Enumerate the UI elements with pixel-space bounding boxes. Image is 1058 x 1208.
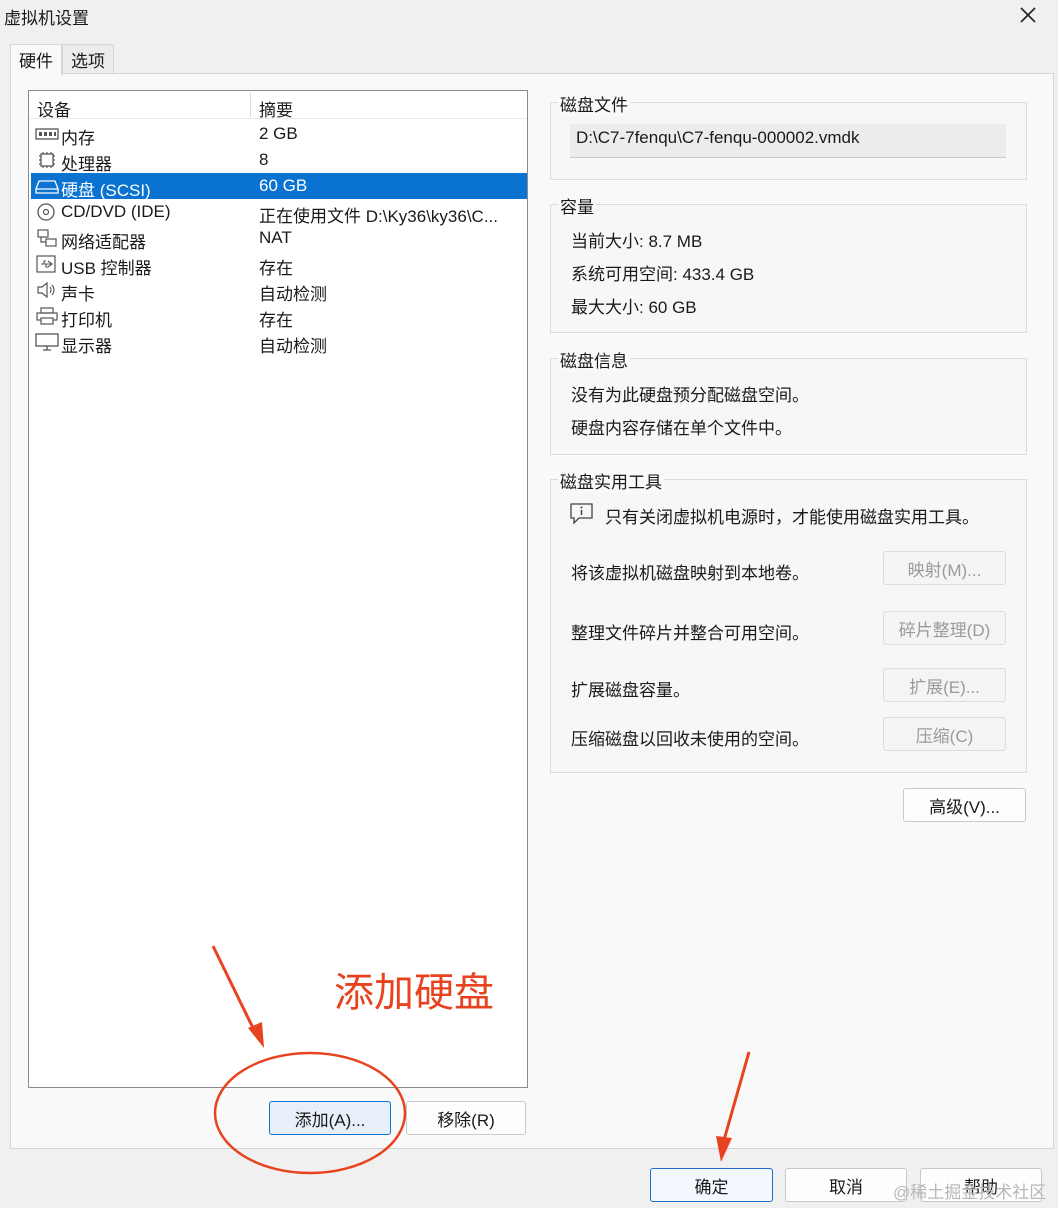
annotation-circle: [213, 1051, 407, 1175]
annotation-overlay: [211, 945, 751, 1175]
annotation-arrow-right: [716, 1051, 751, 1162]
annotation-arrow-left: [211, 945, 264, 1048]
tab-hardware[interactable]: 硬件: [10, 44, 62, 75]
watermark: @稀土掘金技术社区: [893, 1183, 1047, 1202]
